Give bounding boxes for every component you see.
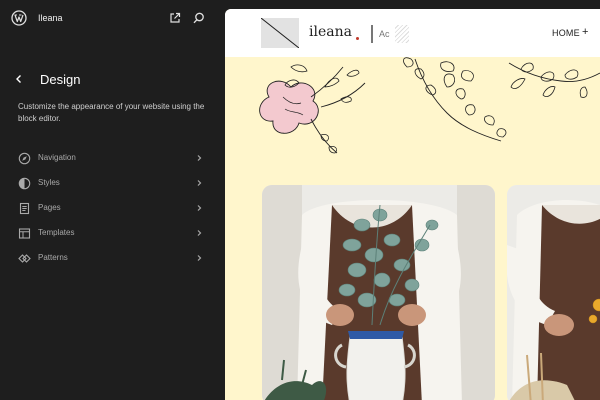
tagline-fade	[395, 25, 409, 43]
chevron-right-icon	[197, 205, 202, 211]
patterns-icon	[18, 254, 31, 263]
site-name[interactable]: Ileana	[38, 13, 63, 23]
sidebar-item-label: Styles	[38, 178, 60, 187]
wordpress-logo-icon[interactable]	[11, 10, 27, 26]
panel-description: Customize the appearance of your website…	[18, 102, 205, 123]
navigation-icon	[18, 152, 31, 165]
external-link-icon[interactable]	[168, 11, 182, 25]
sidebar-item-label: Navigation	[38, 153, 76, 162]
site-preview-canvas[interactable]: ileana Ac HOME +	[225, 9, 600, 400]
sidebar-topbar: Ileana	[0, 0, 225, 38]
floral-illustration	[259, 57, 600, 154]
sidebar-item-templates[interactable]: Templates	[0, 222, 225, 247]
sidebar-item-label: Patterns	[38, 253, 68, 262]
site-title[interactable]: ileana	[309, 24, 352, 40]
featured-image-card[interactable]	[262, 185, 495, 400]
chevron-right-icon	[197, 230, 202, 236]
site-tagline[interactable]: Ac	[371, 25, 390, 43]
chevron-right-icon	[197, 155, 202, 161]
styles-icon	[18, 177, 31, 190]
back-chevron-icon[interactable]	[12, 72, 26, 86]
sidebar-item-label: Pages	[38, 203, 61, 212]
design-navigation-list: Navigation Styles Pages Templates Patter…	[0, 147, 225, 272]
nav-home-link[interactable]: HOME	[552, 28, 580, 38]
sidebar-item-navigation[interactable]: Navigation	[0, 147, 225, 172]
sidebar-item-styles[interactable]: Styles	[0, 172, 225, 197]
search-icon[interactable]	[192, 11, 206, 25]
templates-icon	[18, 228, 31, 239]
design-sidebar: Ileana Design Customize the appearance o…	[0, 0, 225, 400]
chevron-right-icon	[197, 180, 202, 186]
sidebar-item-pages[interactable]: Pages	[0, 197, 225, 222]
sidebar-item-patterns[interactable]: Patterns	[0, 247, 225, 272]
site-logo-placeholder[interactable]	[261, 18, 299, 48]
pages-icon	[19, 202, 30, 215]
chevron-right-icon	[197, 255, 202, 261]
plus-icon[interactable]: +	[582, 26, 588, 38]
featured-image-card-2[interactable]	[507, 185, 600, 400]
panel-title: Design	[40, 72, 81, 87]
brand-accent-dot	[356, 37, 359, 40]
sidebar-item-label: Templates	[38, 228, 75, 237]
site-header: ileana Ac HOME +	[225, 9, 600, 57]
